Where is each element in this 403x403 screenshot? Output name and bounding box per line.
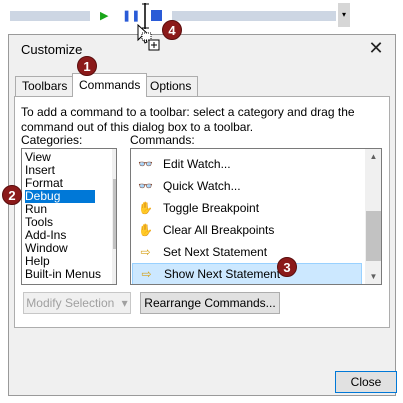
close-icon[interactable]: ✕ [365, 37, 387, 59]
tab-label: Toolbars [22, 79, 68, 93]
commands-label: Commands: [130, 133, 195, 147]
quick-watch-icon: 👓 [138, 179, 153, 193]
toolbar-options-icon[interactable]: ▾ [338, 3, 350, 27]
list-item[interactable]: 👓 Edit Watch... [132, 154, 362, 175]
command-label: Clear All Breakpoints [163, 223, 275, 237]
scroll-up-icon[interactable]: ▲ [112, 149, 116, 164]
drag-copy-cursor-icon [137, 23, 161, 52]
scroll-thumb[interactable] [366, 211, 381, 261]
tab-label: Options [150, 79, 192, 93]
categories-list[interactable]: View Insert Format Debug Run Tools Add-I… [21, 148, 117, 285]
command-label: Show Next Statement [164, 267, 281, 281]
scroll-down-icon[interactable]: ▼ [365, 269, 381, 284]
instructions-text: To add a command to a toolbar: select a … [21, 105, 355, 134]
tab-label: Commands [79, 78, 141, 92]
customize-dialog: Customize ✕ Toolbars Commands Options To… [8, 34, 397, 396]
pause-icon[interactable]: ❚❚ [122, 9, 140, 23]
list-item[interactable]: ✋ Clear All Breakpoints [132, 220, 362, 241]
edit-watch-icon: 👓 [138, 157, 153, 171]
commands-scrollbar[interactable]: ▲ ▼ [365, 149, 381, 284]
command-label: Edit Watch... [163, 157, 231, 171]
scroll-thumb[interactable] [113, 179, 116, 249]
run-icon[interactable]: ▶ [100, 9, 114, 23]
dialog-title: Customize [21, 42, 83, 57]
hand-icon: ✋ [138, 201, 153, 215]
tab-toolbars[interactable]: Toolbars [15, 76, 75, 96]
categories-label: Categories: [21, 133, 83, 147]
blurred-toolbar-region [172, 11, 336, 21]
list-item[interactable]: 👓 Quick Watch... [132, 176, 362, 197]
button-label: Modify Selection [26, 296, 115, 310]
callout-marker-4: 4 [162, 20, 182, 40]
callout-marker-2: 2 [2, 185, 22, 205]
command-label: Set Next Statement [163, 245, 268, 259]
clear-breakpoints-icon: ✋ [138, 223, 153, 237]
list-item-selected[interactable]: ⇨ Show Next Statement [132, 263, 362, 284]
tab-options[interactable]: Options [143, 76, 199, 96]
tab-commands[interactable]: Commands [72, 73, 148, 97]
list-item[interactable]: ⇨ Set Next Statement [132, 242, 362, 263]
callout-marker-3: 3 [277, 257, 297, 277]
scroll-down-icon[interactable]: ▼ [112, 269, 116, 284]
rearrange-commands-button[interactable]: Rearrange Commands... [140, 292, 280, 314]
callout-marker-1: 1 [77, 56, 97, 76]
show-next-icon: ⇨ [141, 267, 152, 281]
stop-icon[interactable] [151, 10, 162, 21]
modify-selection-button[interactable]: Modify Selection ▾ [23, 292, 131, 314]
command-label: Quick Watch... [163, 179, 241, 193]
command-label: Toggle Breakpoint [163, 201, 260, 215]
dropdown-arrow-icon: ▾ [121, 296, 128, 310]
list-item[interactable]: ✋ Toggle Breakpoint [132, 198, 362, 219]
categories-scrollbar[interactable]: ▲ ▼ [112, 149, 116, 284]
commands-list[interactable]: 👓 Edit Watch... 👓 Quick Watch... ✋ Toggl… [130, 148, 382, 285]
scroll-up-icon[interactable]: ▲ [365, 149, 381, 164]
blurred-toolbar-region [10, 11, 90, 21]
list-item[interactable]: Built-in Menus [25, 268, 101, 281]
close-button[interactable]: Close [335, 371, 397, 393]
arrow-right-icon: ⇨ [140, 245, 151, 259]
